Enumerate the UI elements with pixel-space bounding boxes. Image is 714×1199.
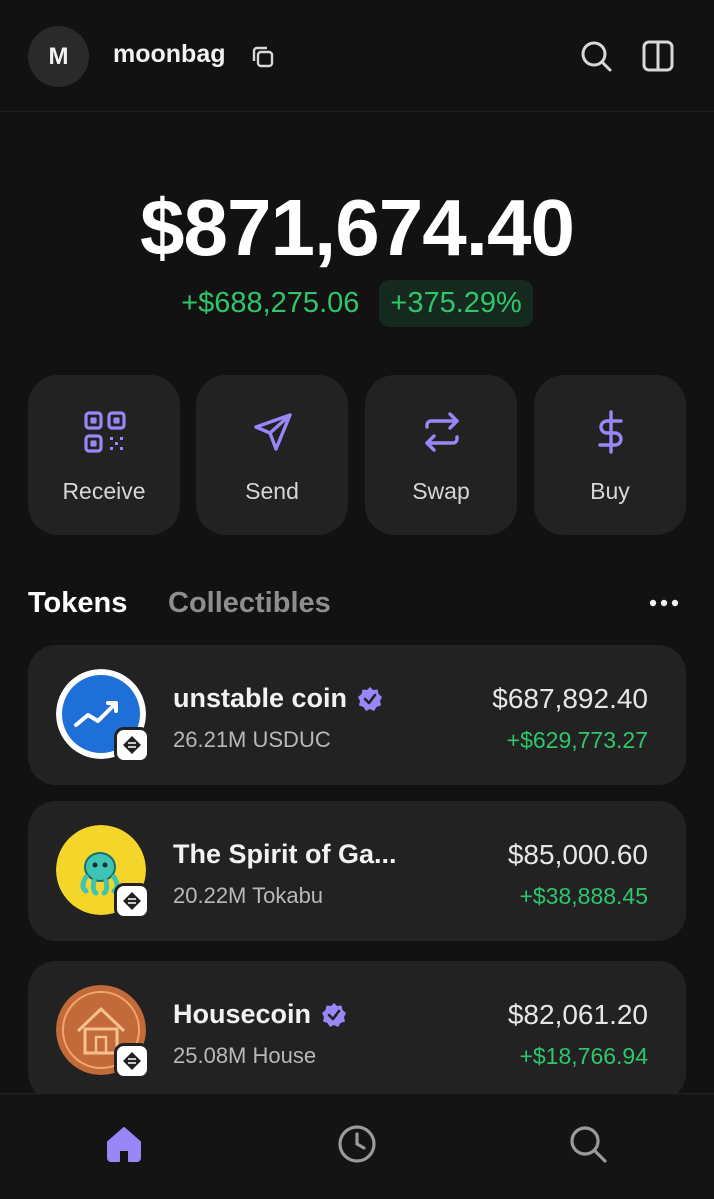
token-value: $82,061.20 [507, 999, 648, 1030]
home-icon[interactable] [102, 1122, 146, 1166]
action-buttons: Receive Send Swap Buy [28, 375, 686, 535]
token-name: unstable coin [173, 683, 383, 714]
solana-badge-icon [114, 883, 150, 919]
token-amount: 26.21M USDUC [173, 727, 331, 752]
token-value: $85,000.60 [507, 839, 648, 870]
token-row[interactable]: unstable coin 26.21M USDUC $687,892.40 +… [28, 645, 686, 785]
token-name: The Spirit of Ga... [173, 839, 397, 870]
search-icon[interactable] [578, 38, 614, 74]
send-icon [254, 413, 292, 451]
token-change: +$38,888.45 [519, 883, 648, 909]
receive-button[interactable]: Receive [28, 375, 180, 535]
verified-badge-icon [322, 1002, 347, 1027]
token-value: $687,892.40 [492, 683, 648, 714]
send-label: Send [245, 478, 299, 504]
receive-label: Receive [62, 478, 146, 504]
copy-icon[interactable] [248, 42, 278, 72]
swap-icon [425, 412, 459, 452]
balance-change-percent: +375.29% [379, 280, 533, 327]
balance-change-amount: +$688,275.06 [181, 287, 360, 319]
token-name-text: Housecoin [173, 999, 312, 1029]
search-nav-icon[interactable] [566, 1122, 610, 1166]
more-options-icon[interactable] [648, 593, 680, 613]
buy-label: Buy [590, 478, 630, 504]
total-balance: $871,674.40 [140, 183, 575, 272]
swap-button[interactable]: Swap [365, 375, 517, 535]
verified-badge-icon [358, 686, 383, 711]
token-change: +$629,773.27 [506, 727, 648, 753]
token-name-text: unstable coin [173, 683, 348, 713]
send-button[interactable]: Send [196, 375, 348, 535]
tab-tokens[interactable]: Tokens [28, 587, 127, 620]
top-bar: M moonbag [0, 0, 714, 112]
history-icon[interactable] [335, 1122, 379, 1166]
token-name-text: The Spirit of Ga... [173, 839, 397, 869]
token-name: Housecoin [173, 999, 347, 1030]
account-name[interactable]: moonbag [113, 40, 226, 69]
balance-change: +$688,275.06 +375.29% [0, 280, 714, 327]
token-row[interactable]: Housecoin 25.08M House $82,061.20 +$18,7… [28, 961, 686, 1101]
bottom-nav [0, 1093, 714, 1199]
token-amount: 25.08M House [173, 1043, 317, 1068]
solana-badge-icon [114, 727, 150, 763]
swap-label: Swap [412, 478, 470, 504]
dollar-icon [598, 410, 623, 454]
solana-badge-icon [114, 1043, 150, 1079]
sidebar-toggle-icon[interactable] [640, 38, 676, 74]
avatar[interactable]: M [28, 26, 89, 87]
token-row[interactable]: The Spirit of Ga... 20.22M Tokabu $85,00… [28, 801, 686, 941]
token-amount: 20.22M Tokabu [173, 883, 324, 908]
token-change: +$18,766.94 [519, 1043, 648, 1069]
tab-collectibles[interactable]: Collectibles [168, 587, 331, 620]
buy-button[interactable]: Buy [534, 375, 686, 535]
asset-tabs: Tokens Collectibles [28, 587, 686, 627]
qr-code-icon [84, 411, 126, 453]
